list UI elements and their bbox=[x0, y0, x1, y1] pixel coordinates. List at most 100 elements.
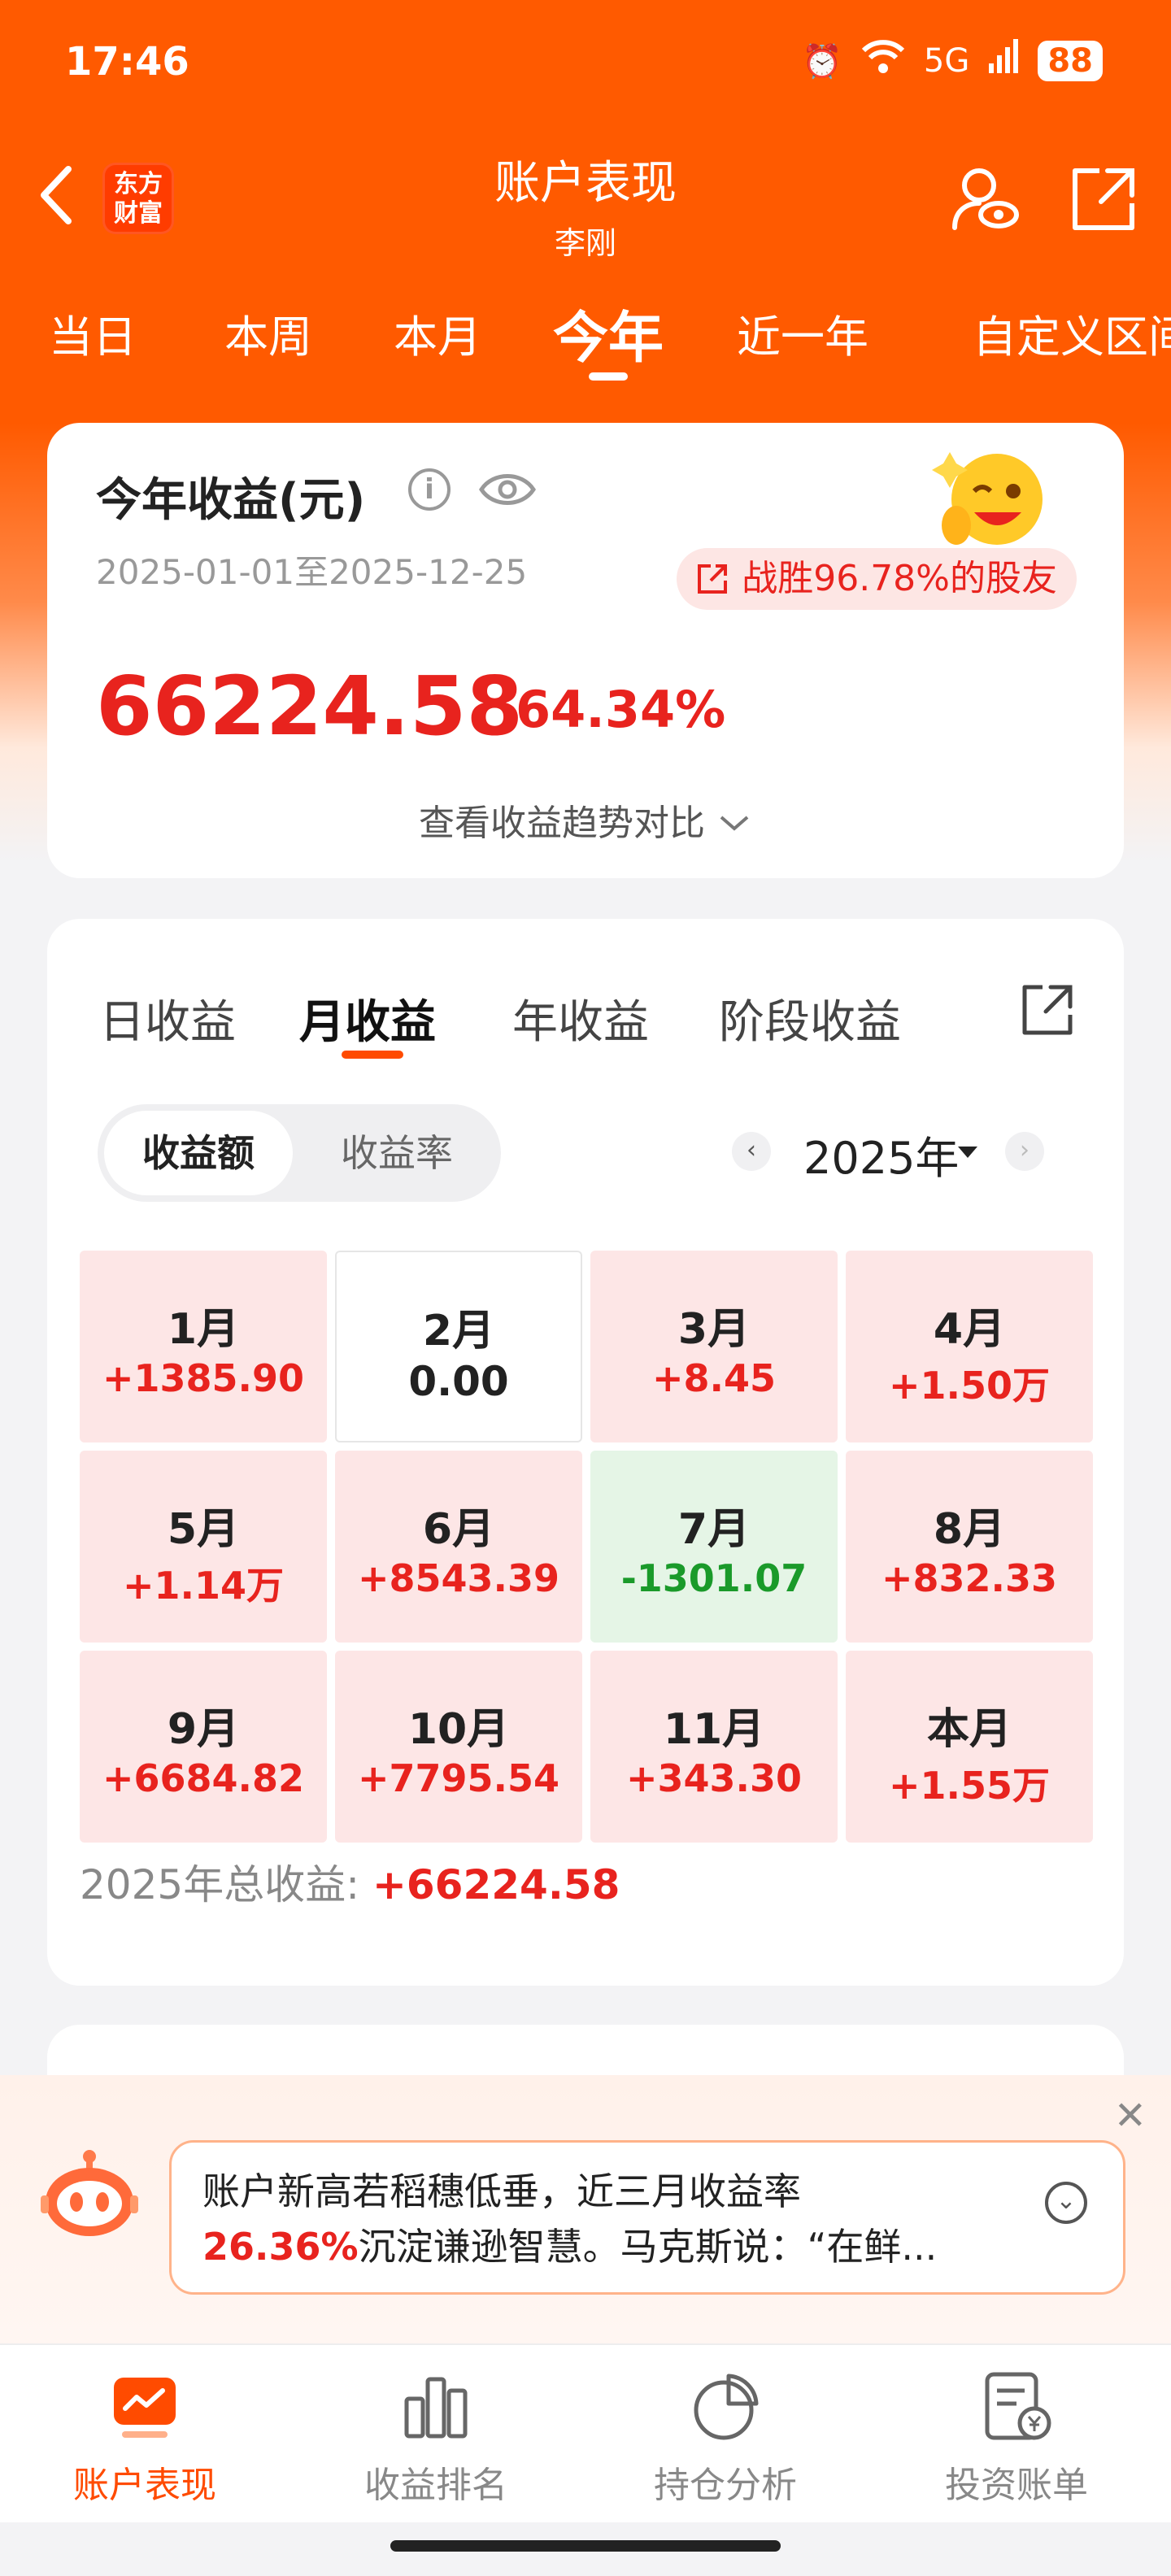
month-profit-value: +1.14万 bbox=[122, 1564, 285, 1608]
signal-icon bbox=[987, 39, 1020, 83]
summary-title: 今年收益(元) bbox=[96, 474, 366, 527]
nav-profit-ranking[interactable]: 收益排名 bbox=[314, 2366, 558, 2508]
share-small-icon bbox=[698, 564, 728, 594]
month-cell[interactable]: 2月 0.00 bbox=[335, 1251, 582, 1442]
tab-yearly-profit[interactable]: 年收益 bbox=[512, 986, 649, 1051]
status-icons: ⏰ 5G 88 bbox=[802, 39, 1103, 83]
toggle-rate[interactable]: 收益率 bbox=[301, 1111, 493, 1195]
month-profit-value: +1.55万 bbox=[888, 1764, 1051, 1808]
month-cell[interactable]: 5月 +1.14万 bbox=[80, 1451, 327, 1643]
year-profit-amount: 66224.58 bbox=[96, 659, 524, 754]
trend-compare-label: 查看收益趋势对比 bbox=[419, 803, 705, 844]
month-label: 2月 bbox=[422, 1307, 495, 1355]
beat-peers-text: 战胜96.78%的股友 bbox=[742, 558, 1057, 599]
user-view-icon[interactable] bbox=[948, 163, 1021, 236]
close-icon[interactable]: ✕ bbox=[1114, 2093, 1147, 2139]
status-time: 17:46 bbox=[65, 39, 189, 85]
month-cell[interactable]: 11月 +343.30 bbox=[590, 1651, 838, 1843]
year-total: 2025年总收益: +66224.58 bbox=[80, 1852, 620, 1911]
month-label: 5月 bbox=[167, 1505, 240, 1554]
next-year-button[interactable]: › bbox=[1005, 1132, 1044, 1171]
bar-chart-icon bbox=[395, 2366, 477, 2448]
month-profit-value: +8.45 bbox=[651, 1356, 777, 1400]
month-profit-value: 0.00 bbox=[408, 1358, 509, 1405]
year-summary-card: 今年收益(元) i 2025-01-01至2025-12-25 战胜96.78%… bbox=[47, 423, 1124, 878]
year-profit-rate: 64.34% bbox=[516, 680, 726, 739]
month-label: 本月 bbox=[926, 1705, 1012, 1754]
month-label: 9月 bbox=[167, 1705, 240, 1754]
monthly-profit-card: 日收益 月收益 年收益 阶段收益 收益额 收益率 ‹ 2025年 › 1月 +13… bbox=[47, 919, 1124, 1986]
pie-chart-icon bbox=[685, 2366, 766, 2448]
ai-message-line2: 沉淀谦逊智慧。马克斯说：“在鲜... bbox=[358, 2225, 938, 2269]
share-out-icon[interactable] bbox=[1067, 163, 1140, 236]
ai-insight-banner: ✕ 账户新高若稻穗低垂，近三月收益率 26.36%沉淀谦逊智慧。马克斯说：“在鲜… bbox=[0, 2075, 1171, 2343]
month-label: 1月 bbox=[167, 1305, 240, 1354]
month-profit-value: +1385.90 bbox=[102, 1356, 305, 1400]
tab-this-year[interactable]: 今年 bbox=[553, 293, 664, 373]
period-tabs: 当日 本周 本月 今年 近一年 自定义区间 bbox=[0, 301, 1171, 390]
toggle-amount[interactable]: 收益额 bbox=[104, 1111, 293, 1195]
tab-today[interactable]: 当日 bbox=[49, 301, 137, 365]
ai-message-bubble[interactable]: 账户新高若稻穗低垂，近三月收益率 26.36%沉淀谦逊智慧。马克斯说：“在鲜..… bbox=[169, 2140, 1125, 2295]
battery-indicator: 88 bbox=[1038, 41, 1103, 81]
bill-icon bbox=[976, 2366, 1057, 2448]
month-profit-value: -1301.07 bbox=[620, 1556, 808, 1600]
robot-assistant-icon[interactable] bbox=[41, 2148, 138, 2238]
month-cell[interactable]: 10月 +7795.54 bbox=[335, 1651, 582, 1843]
beat-peers-badge[interactable]: 战胜96.78%的股友 bbox=[677, 548, 1077, 610]
month-profit-value: +8543.39 bbox=[357, 1556, 560, 1600]
monthly-tab-indicator bbox=[342, 1051, 403, 1059]
wink-emoji-icon bbox=[932, 447, 1046, 553]
month-cell[interactable]: 3月 +8.45 bbox=[590, 1251, 838, 1442]
year-total-label: 2025年总收益: bbox=[80, 1861, 360, 1908]
tab-this-week[interactable]: 本周 bbox=[224, 301, 312, 365]
eye-icon[interactable] bbox=[478, 468, 537, 514]
month-cell[interactable]: 本月 +1.55万 bbox=[846, 1651, 1093, 1843]
prev-year-button[interactable]: ‹ bbox=[732, 1132, 771, 1171]
month-profit-value: +1.50万 bbox=[888, 1364, 1051, 1408]
nav-label: 收益排名 bbox=[364, 2465, 507, 2506]
month-cell[interactable]: 8月 +832.33 bbox=[846, 1451, 1093, 1643]
tab-monthly-profit[interactable]: 月收益 bbox=[299, 986, 436, 1051]
trend-compare-link[interactable]: 查看收益趋势对比 bbox=[47, 794, 1124, 846]
month-label: 6月 bbox=[422, 1505, 495, 1554]
ai-message-rate: 26.36% bbox=[202, 2225, 359, 2269]
share-icon[interactable] bbox=[1018, 981, 1077, 1042]
chevron-down-icon bbox=[720, 816, 749, 831]
month-label: 3月 bbox=[677, 1305, 751, 1354]
month-profit-value: +832.33 bbox=[881, 1556, 1058, 1600]
month-label: 4月 bbox=[933, 1305, 1006, 1354]
month-label: 11月 bbox=[663, 1705, 765, 1754]
tab-custom-range[interactable]: 自定义区间 bbox=[973, 301, 1171, 365]
tab-this-month[interactable]: 本月 bbox=[394, 301, 481, 365]
month-cell[interactable]: 4月 +1.50万 bbox=[846, 1251, 1093, 1442]
app-header: 东方 财富 账户表现 李刚 bbox=[0, 138, 1171, 268]
alarm-icon: ⏰ bbox=[802, 42, 842, 80]
caret-down-icon bbox=[958, 1147, 977, 1158]
tab-last-year[interactable]: 近一年 bbox=[737, 301, 868, 365]
chart-icon bbox=[104, 2366, 185, 2448]
date-range: 2025-01-01至2025-12-25 bbox=[96, 552, 528, 592]
tab-daily-profit[interactable]: 日收益 bbox=[99, 986, 236, 1051]
month-profit-value: +6684.82 bbox=[102, 1756, 305, 1800]
month-cell[interactable]: 1月 +1385.90 bbox=[80, 1251, 327, 1442]
expand-chevron-icon[interactable]: ⌄ bbox=[1045, 2182, 1087, 2224]
ai-message-line1: 账户新高若稻穗低垂，近三月收益率 bbox=[202, 2169, 801, 2213]
month-profit-value: +7795.54 bbox=[357, 1756, 560, 1800]
nav-label: 持仓分析 bbox=[654, 2465, 797, 2506]
month-cell[interactable]: 9月 +6684.82 bbox=[80, 1651, 327, 1843]
nav-account-performance[interactable]: 账户表现 bbox=[23, 2366, 267, 2508]
nav-holding-analysis[interactable]: 持仓分析 bbox=[603, 2366, 847, 2508]
month-profit-value: +343.30 bbox=[625, 1756, 803, 1800]
bottom-nav: 账户表现 收益排名 持仓分析 投资账单 bbox=[0, 2343, 1171, 2522]
month-cell[interactable]: 7月 -1301.07 bbox=[590, 1451, 838, 1643]
tab-stage-profit[interactable]: 阶段收益 bbox=[719, 986, 901, 1051]
month-label: 10月 bbox=[407, 1705, 510, 1754]
nav-investment-bill[interactable]: 投资账单 bbox=[895, 2366, 1138, 2508]
info-icon[interactable]: i bbox=[408, 468, 451, 511]
home-indicator[interactable] bbox=[390, 2540, 781, 2552]
nav-label: 投资账单 bbox=[945, 2465, 1088, 2506]
month-label: 8月 bbox=[933, 1505, 1006, 1554]
year-selector[interactable]: 2025年 bbox=[803, 1122, 959, 1186]
month-cell[interactable]: 6月 +8543.39 bbox=[335, 1451, 582, 1643]
